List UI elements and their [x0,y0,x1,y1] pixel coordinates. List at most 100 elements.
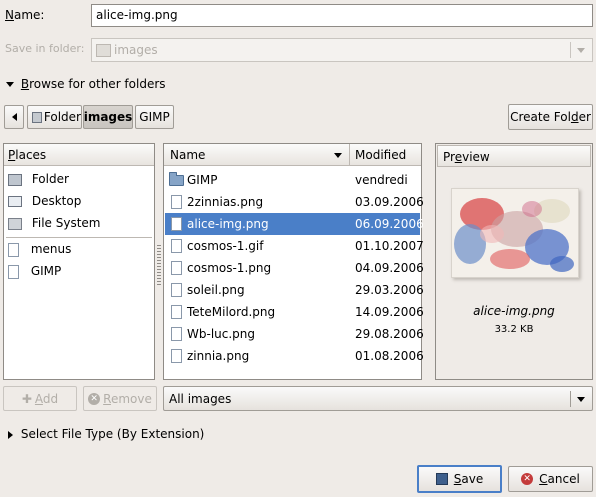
preview-pane: Preview alice-img.png 33.2 KB [435,143,593,380]
create-folder-label: Create Folder [510,110,591,124]
file-modified: 03.09.2006 [355,195,424,209]
pane-splitter[interactable] [157,245,161,285]
file-row[interactable]: 2zinnias.png 03.09.2006 [165,191,424,213]
remove-bookmark-button[interactable]: ✕ Remove [83,386,157,411]
chevron-down-icon [577,48,585,53]
name-field[interactable]: alice-img.png [91,4,593,27]
preview-image [452,189,578,277]
column-header-name[interactable]: Name [164,144,350,166]
select-file-type-label: Select File Type (By Extension) [20,427,205,441]
desktop-icon [8,196,22,207]
remove-icon: ✕ [88,392,101,405]
bookmark-item-label: GIMP [30,264,62,278]
combo-separator [570,42,571,58]
path-images-button[interactable]: images [83,105,133,129]
folder-icon [96,44,111,57]
file-name: 2zinnias.png [187,195,264,209]
image-file-icon [171,349,182,363]
preview-header: Preview [437,145,591,167]
sort-down-icon [334,153,342,158]
arrow-left-icon [11,113,17,121]
place-item-desktop[interactable]: Desktop [8,190,152,212]
file-modified: 29.08.2006 [355,327,424,341]
places-header[interactable]: Places [4,144,154,166]
place-item-filesystem[interactable]: File System [8,212,152,234]
file-row[interactable]: TeteMilord.png 14.09.2006 [165,301,424,323]
file-row[interactable]: soleil.png 29.03.2006 [165,279,424,301]
plus-icon: ✚ [21,391,32,406]
column-name-label: Name [170,148,206,162]
column-modified-label: Modified [355,148,407,162]
save-in-folder-label: Save in folder: [5,42,85,55]
cancel-icon: ✕ [521,473,534,485]
image-file-icon [171,283,182,297]
image-file-icon [171,327,182,341]
column-header-modified[interactable]: Modified [350,144,421,166]
add-bookmark-button[interactable]: ✚ Add [3,386,77,411]
file-name: Wb-luc.png [187,327,256,341]
preview-filename: alice-img.png [473,304,555,318]
files-pane: Name Modified GIMP vendredi 2zinnias.png… [163,143,424,380]
cancel-button[interactable]: ✕ Cancel [508,466,593,492]
image-file-icon [171,239,182,253]
bookmark-item-menus[interactable]: menus [8,238,152,260]
create-folder-button[interactable]: Create Folder [508,104,593,130]
image-file-icon [171,261,182,275]
save-icon [435,473,448,485]
places-pane: Places Folder Desktop File System menus … [3,143,155,380]
bookmark-item-label: menus [30,242,72,256]
file-row[interactable]: GIMP vendredi [165,169,420,191]
file-modified: 01.08.2006 [355,349,424,363]
path-gimp-label: GIMP [139,110,170,124]
path-folder-button[interactable]: Folder [27,105,82,129]
image-file-icon [171,195,182,209]
save-in-folder-combo: images [91,38,593,62]
file-name: alice-img.png [187,217,269,231]
name-field-value: alice-img.png [96,8,178,22]
file-row-selected[interactable]: alice-img.png 06.09.2006 [165,213,424,235]
expander-down-icon [6,82,14,87]
save-label: Save [453,472,484,486]
file-modified: 04.09.2006 [355,261,424,275]
preview-thumbnail [451,188,579,278]
file-row[interactable]: cosmos-1.gif 01.10.2007 [165,235,424,257]
home-icon [32,111,42,123]
expander-right-icon [8,430,13,439]
name-label: Name: [5,8,45,22]
file-modified: 29.03.2006 [355,283,424,297]
file-name: GIMP [187,173,218,187]
file-filter-combo[interactable]: All images [163,386,593,411]
place-item-label: File System [31,216,101,230]
save-in-folder-value: images [114,43,158,57]
image-file-icon [171,305,182,319]
place-item-label: Desktop [31,194,82,208]
file-row[interactable]: cosmos-1.png 04.09.2006 [165,257,424,279]
preview-size: 33.2 KB [494,324,534,335]
cancel-label: Cancel [539,472,580,486]
file-name: TeteMilord.png [187,305,276,319]
file-modified: vendredi [355,173,408,187]
image-file-icon [171,217,182,231]
path-folder-label: Folder [43,110,81,124]
browse-label: Browse for other folders [20,77,166,91]
combo-separator [570,391,571,407]
file-modified: 06.09.2006 [355,217,424,231]
drive-icon [8,217,22,230]
bookmark-item-gimp[interactable]: GIMP [8,260,152,282]
save-button[interactable]: Save [417,465,502,493]
add-label: Add [34,391,59,406]
path-gimp-button[interactable]: GIMP [135,105,174,129]
file-filter-value: All images [169,391,232,406]
file-modified: 01.10.2007 [355,239,424,253]
select-file-type-expander[interactable]: Select File Type (By Extension) [8,426,204,442]
place-item-label: Folder [31,172,69,186]
file-row[interactable]: Wb-luc.png 29.08.2006 [165,323,424,345]
browse-expander[interactable]: Browse for other folders [6,76,166,92]
path-back-button[interactable] [4,105,24,129]
place-item-folder[interactable]: Folder [8,168,152,190]
folder-icon [8,264,19,279]
file-row[interactable]: zinnia.png 01.08.2006 [165,345,424,367]
folder-icon [169,172,184,186]
file-name: cosmos-1.png [187,261,272,275]
folder-icon [8,242,19,257]
